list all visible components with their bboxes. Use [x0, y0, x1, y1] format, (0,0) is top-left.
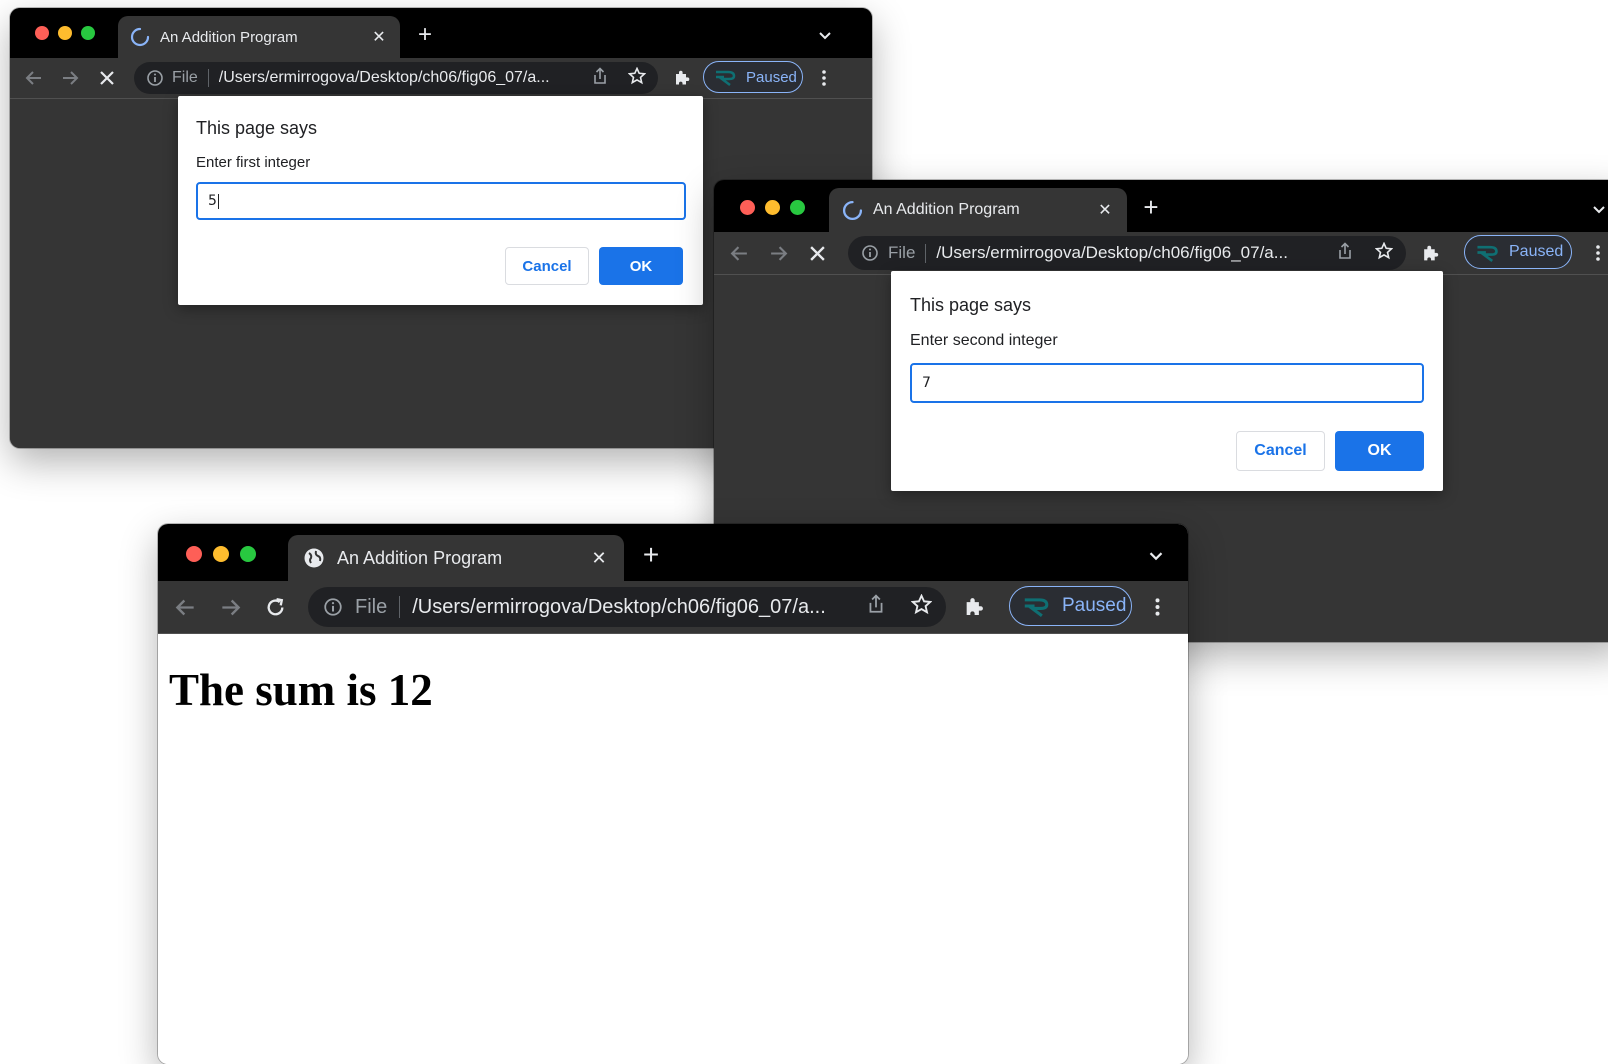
more-menu-icon[interactable] [1144, 594, 1170, 620]
new-tab-button[interactable]: + [636, 540, 666, 570]
profile-paused-button[interactable]: Paused [703, 61, 803, 93]
window-controls [186, 546, 256, 562]
url-text: /Users/ermirrogova/Desktop/ch06/fig06_07… [412, 595, 826, 618]
dialog-message: Enter second integer [910, 332, 1058, 349]
tab-strip: An Addition Program ✕ + [714, 180, 1608, 232]
more-menu-icon[interactable] [1586, 241, 1608, 265]
profile-avatar-icon [1475, 243, 1501, 262]
tab-search-chevron-icon[interactable] [818, 28, 832, 46]
share-icon[interactable] [867, 594, 887, 620]
window-controls [740, 200, 805, 215]
profile-avatar-icon [714, 68, 738, 86]
stop-icon[interactable] [95, 66, 119, 90]
zoom-window-button[interactable] [81, 26, 95, 40]
more-menu-icon[interactable] [812, 66, 836, 90]
loading-spinner-icon [842, 200, 863, 221]
back-arrow-icon[interactable] [727, 241, 751, 265]
tab-strip: An Addition Program ✕ + [10, 8, 872, 58]
tab-active[interactable]: An Addition Program ✕ [118, 16, 400, 58]
bookmark-star-icon[interactable] [1374, 241, 1394, 265]
profile-label: Paused [1062, 595, 1127, 616]
address-separator [207, 69, 209, 87]
zoom-window-button[interactable] [240, 546, 256, 562]
profile-paused-button[interactable]: Paused [1464, 235, 1572, 269]
back-arrow-icon[interactable] [172, 594, 198, 620]
minimize-window-button[interactable] [765, 200, 780, 215]
loading-spinner-icon [130, 27, 150, 47]
globe-icon [303, 547, 325, 569]
window-controls [35, 26, 95, 40]
tab-search-chevron-icon[interactable] [1592, 202, 1606, 220]
new-tab-button[interactable]: + [1137, 193, 1165, 221]
new-tab-button[interactable]: + [412, 22, 438, 48]
tab-active[interactable]: An Addition Program ✕ [829, 188, 1127, 232]
tab-close-icon[interactable]: ✕ [1096, 200, 1114, 220]
info-icon[interactable] [861, 244, 879, 262]
url-text: /Users/ermirrogova/Desktop/ch06/fig06_07… [936, 243, 1288, 262]
profile-label: Paused [1509, 243, 1564, 260]
tab-strip: An Addition Program ✕ + [158, 524, 1188, 581]
scheme-label: File [172, 69, 198, 86]
tab-close-icon[interactable]: ✕ [589, 548, 609, 569]
address-bar[interactable]: File /Users/ermirrogova/Desktop/ch06/fig… [134, 62, 658, 94]
browser-window-result: An Addition Program ✕ + File /Users/ermi… [158, 524, 1188, 1064]
address-separator [399, 596, 401, 618]
input-value: 5 [208, 193, 217, 209]
profile-label: Paused [746, 68, 797, 86]
tab-active[interactable]: An Addition Program ✕ [288, 535, 624, 581]
extensions-puzzle-icon[interactable] [1418, 241, 1442, 265]
tab-title: An Addition Program [337, 547, 503, 568]
url-text: /Users/ermirrogova/Desktop/ch06/fig06_07… [218, 69, 550, 86]
toolbar: File /Users/ermirrogova/Desktop/ch06/fig… [10, 58, 872, 99]
prompt-dialog-second: This page says Enter second integer 7 Ca… [891, 271, 1443, 491]
minimize-window-button[interactable] [213, 546, 229, 562]
page-content: The sum is 12 [158, 634, 1188, 1064]
tab-title: An Addition Program [160, 28, 298, 46]
toolbar: File /Users/ermirrogova/Desktop/ch06/fig… [158, 581, 1188, 634]
close-window-button[interactable] [740, 200, 755, 215]
prompt-dialog-first: This page says Enter first integer 5 Can… [178, 96, 703, 305]
close-window-button[interactable] [186, 546, 202, 562]
dialog-title: This page says [910, 295, 1032, 315]
integer-input-field[interactable]: 5 [196, 182, 686, 220]
extensions-puzzle-icon[interactable] [961, 594, 987, 620]
toolbar: File /Users/ermirrogova/Desktop/ch06/fig… [714, 232, 1608, 275]
cancel-button[interactable]: Cancel [505, 247, 589, 285]
input-value: 7 [922, 375, 931, 391]
close-window-button[interactable] [35, 26, 49, 40]
scheme-label: File [355, 595, 388, 618]
scheme-label: File [888, 243, 916, 262]
page-heading: The sum is 12 [169, 665, 433, 715]
share-icon[interactable] [592, 66, 610, 90]
zoom-window-button[interactable] [790, 200, 805, 215]
info-icon[interactable] [146, 69, 164, 87]
address-separator [925, 243, 927, 263]
dialog-title: This page says [196, 118, 318, 138]
forward-arrow-icon[interactable] [58, 66, 82, 90]
info-icon[interactable] [323, 597, 343, 617]
address-bar[interactable]: File /Users/ermirrogova/Desktop/ch06/fig… [308, 587, 946, 627]
forward-arrow-icon[interactable] [766, 241, 790, 265]
ok-button[interactable]: OK [599, 247, 683, 285]
profile-paused-button[interactable]: Paused [1009, 586, 1132, 626]
profile-avatar-icon [1022, 595, 1052, 617]
bookmark-star-icon[interactable] [627, 66, 647, 90]
text-caret [217, 193, 219, 209]
cancel-button[interactable]: Cancel [1236, 431, 1325, 471]
tab-close-icon[interactable]: ✕ [370, 27, 388, 47]
bookmark-star-icon[interactable] [910, 593, 933, 621]
back-arrow-icon[interactable] [22, 66, 46, 90]
tab-title: An Addition Program [873, 201, 1020, 218]
reload-icon[interactable] [262, 594, 288, 620]
extensions-puzzle-icon[interactable] [670, 66, 694, 90]
address-bar[interactable]: File /Users/ermirrogova/Desktop/ch06/fig… [848, 236, 1406, 270]
forward-arrow-icon[interactable] [217, 594, 243, 620]
share-icon[interactable] [1337, 241, 1355, 265]
tab-search-chevron-icon[interactable] [1148, 549, 1164, 567]
ok-button[interactable]: OK [1335, 431, 1424, 471]
minimize-window-button[interactable] [58, 26, 72, 40]
integer-input-field[interactable]: 7 [910, 363, 1424, 403]
dialog-message: Enter first integer [196, 154, 311, 171]
stop-icon[interactable] [805, 241, 829, 265]
